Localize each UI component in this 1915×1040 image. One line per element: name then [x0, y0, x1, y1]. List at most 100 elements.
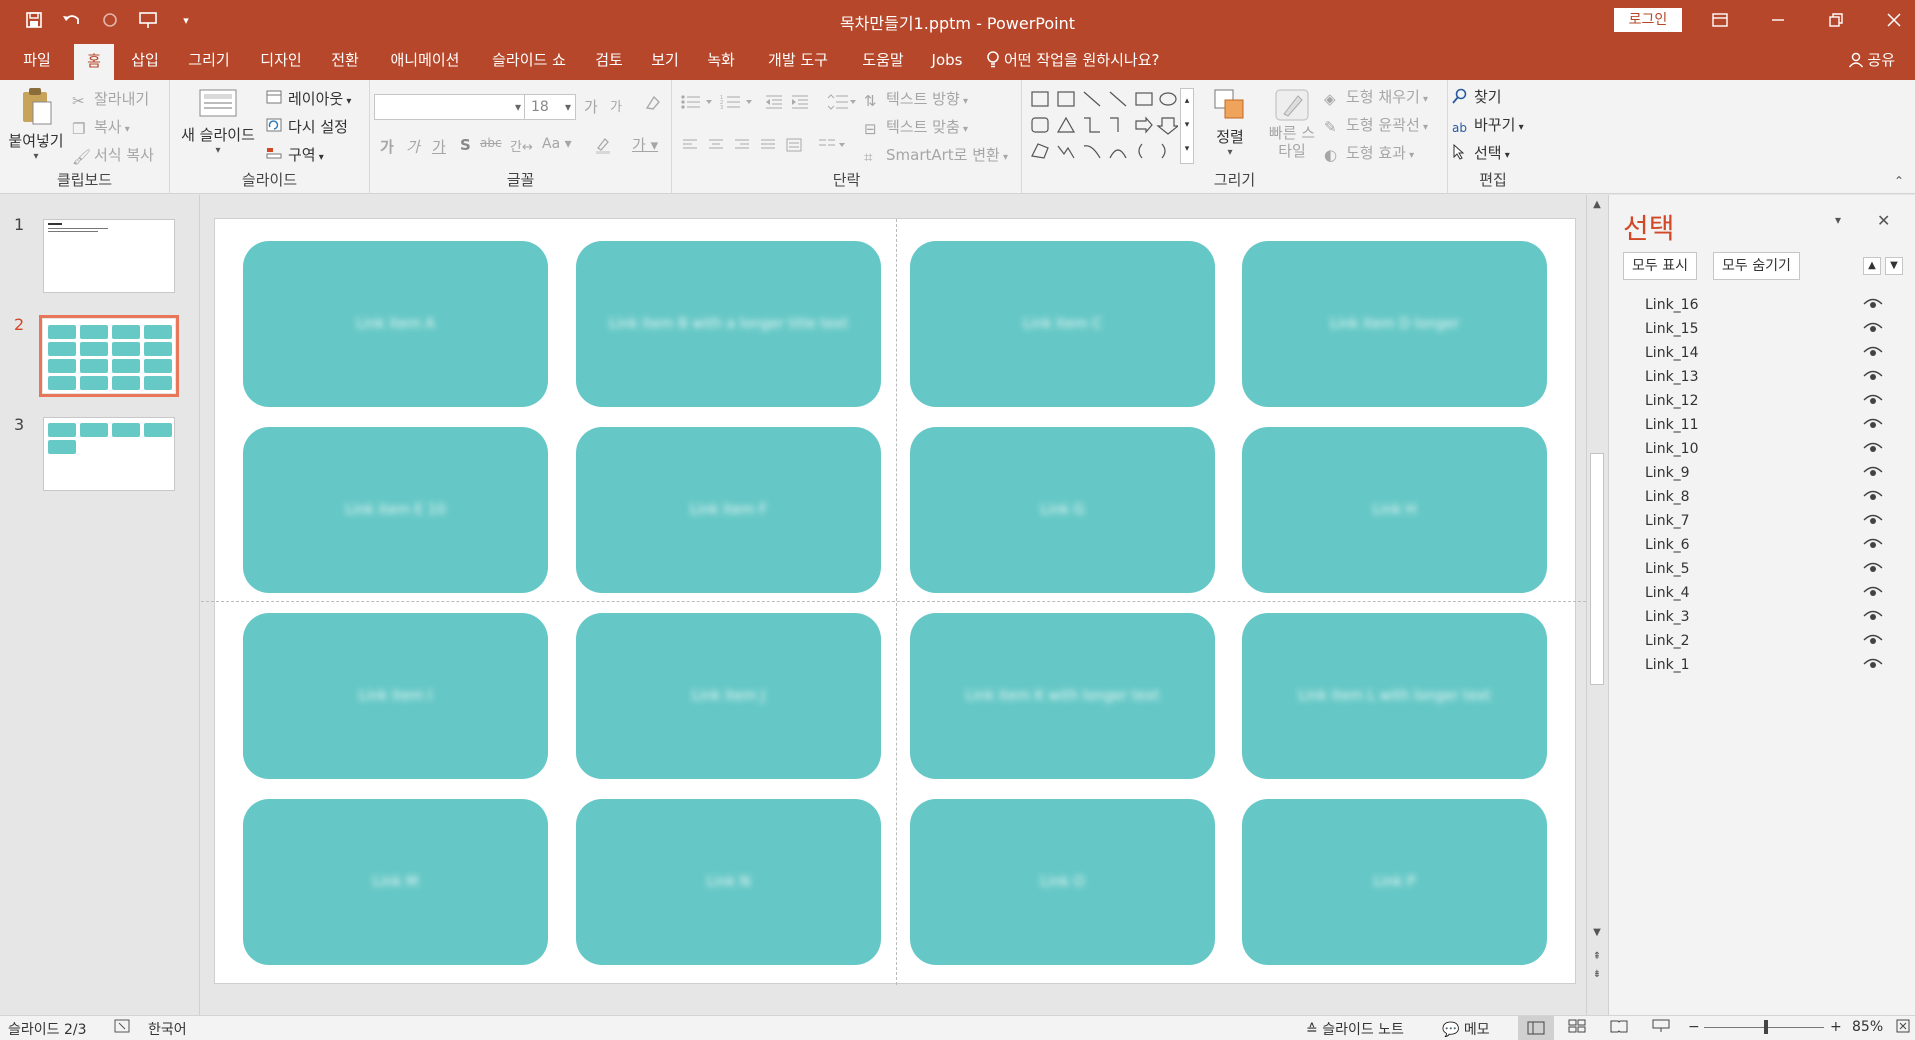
link-card[interactable]: Link item L with longer text	[1242, 613, 1547, 779]
tab-jobs[interactable]: Jobs	[926, 40, 968, 80]
selection-item[interactable]: Link_1	[1645, 653, 1895, 677]
share-button[interactable]: 공유	[1848, 40, 1895, 80]
close-icon[interactable]	[1865, 0, 1915, 40]
tab-slide-show[interactable]: 슬라이드 쇼	[484, 40, 574, 80]
tab-file[interactable]: 파일	[14, 40, 60, 80]
visibility-eye-icon[interactable]	[1863, 561, 1883, 575]
link-card[interactable]: Link G	[910, 427, 1215, 593]
zoom-level[interactable]: 85%	[1852, 1019, 1883, 1035]
visibility-eye-icon[interactable]	[1863, 657, 1883, 671]
link-card[interactable]: Link item C	[910, 241, 1215, 407]
link-card[interactable]: Link item B with a longer title text	[576, 241, 881, 407]
align-text-button[interactable]: ⊟ 텍스트 맞춤 ▾	[864, 116, 968, 138]
link-card[interactable]: Link item E 10	[243, 427, 548, 593]
tab-developer[interactable]: 개발 도구	[756, 40, 840, 80]
selection-item[interactable]: Link_10	[1645, 437, 1895, 461]
selection-item[interactable]: Link_6	[1645, 533, 1895, 557]
visibility-eye-icon[interactable]	[1863, 393, 1883, 407]
send-backward-icon[interactable]: ▼	[1885, 257, 1903, 275]
zoom-in-button[interactable]: +	[1830, 1019, 1842, 1035]
pane-options-icon[interactable]: ▾	[1835, 213, 1841, 227]
strikethrough-icon[interactable]: abc	[480, 136, 502, 150]
shape-fill-button[interactable]: ◈ 도형 채우기 ▾	[1324, 86, 1428, 108]
visibility-eye-icon[interactable]	[1863, 489, 1883, 503]
horizontal-guide[interactable]	[201, 601, 1586, 602]
clear-formatting-icon[interactable]	[644, 94, 662, 112]
visibility-eye-icon[interactable]	[1863, 417, 1883, 431]
section-button[interactable]: 구역 ▾	[266, 144, 324, 165]
tab-transitions[interactable]: 전환	[324, 40, 366, 80]
numbering-icon[interactable]: 123	[720, 94, 756, 110]
font-color-icon[interactable]: 가 ▾	[632, 134, 658, 155]
zoom-slider[interactable]	[1704, 1020, 1824, 1034]
zoom-out-button[interactable]: −	[1688, 1019, 1700, 1035]
paste-button[interactable]: 붙여넣기 ▾	[6, 86, 66, 162]
language-indicator[interactable]: 한국어	[148, 1019, 187, 1039]
distributed-icon[interactable]	[786, 138, 802, 152]
visibility-eye-icon[interactable]	[1863, 369, 1883, 383]
reading-view-icon[interactable]	[1610, 1019, 1628, 1033]
slideshow-view-icon[interactable]	[1652, 1019, 1670, 1033]
selection-item[interactable]: Link_4	[1645, 581, 1895, 605]
change-case-icon[interactable]: Aa ▾	[542, 136, 572, 152]
grow-font-icon[interactable]: 가	[584, 96, 598, 117]
tab-view[interactable]: 보기	[644, 40, 686, 80]
shape-outline-button[interactable]: ✎ 도형 윤곽선 ▾	[1324, 114, 1428, 136]
scroll-down-arrow[interactable]: ▼	[1587, 927, 1607, 938]
show-all-button[interactable]: 모두 표시	[1623, 252, 1697, 280]
selection-item[interactable]: Link_5	[1645, 557, 1895, 581]
quick-styles-button[interactable]: 빠른 스타일	[1264, 88, 1320, 160]
visibility-eye-icon[interactable]	[1863, 585, 1883, 599]
close-pane-icon[interactable]: ✕	[1877, 211, 1890, 230]
layout-button[interactable]: 레이아웃 ▾	[266, 88, 351, 109]
hide-all-button[interactable]: 모두 숨기기	[1713, 252, 1800, 280]
link-card[interactable]: Link H	[1242, 427, 1547, 593]
font-size-combo[interactable]: 18	[524, 94, 576, 120]
visibility-eye-icon[interactable]	[1863, 465, 1883, 479]
text-direction-button[interactable]: ⇅ 텍스트 방향 ▾	[864, 88, 968, 110]
tab-record[interactable]: 녹화	[700, 40, 742, 80]
decrease-indent-icon[interactable]	[764, 94, 784, 110]
line-spacing-icon[interactable]	[826, 94, 856, 110]
visibility-eye-icon[interactable]	[1863, 321, 1883, 335]
link-card[interactable]: Link N	[576, 799, 881, 965]
bullets-icon[interactable]	[680, 94, 716, 110]
cut-button[interactable]: ✂ 잘라내기	[72, 88, 149, 110]
selection-item[interactable]: Link_8	[1645, 485, 1895, 509]
selection-item[interactable]: Link_12	[1645, 389, 1895, 413]
link-card[interactable]: Link P	[1242, 799, 1547, 965]
previous-slide-icon[interactable]: ⇞	[1587, 951, 1607, 962]
accessibility-icon[interactable]	[114, 1019, 130, 1033]
selection-item[interactable]: Link_15	[1645, 317, 1895, 341]
link-card[interactable]: Link item I	[243, 613, 548, 779]
underline-icon[interactable]: 가	[432, 136, 446, 157]
selection-item[interactable]: Link_16	[1645, 293, 1895, 317]
minimize-icon[interactable]	[1749, 0, 1807, 40]
tab-home[interactable]: 홈	[74, 44, 114, 80]
selection-item[interactable]: Link_13	[1645, 365, 1895, 389]
tab-insert[interactable]: 삽입	[124, 40, 166, 80]
visibility-eye-icon[interactable]	[1863, 441, 1883, 455]
align-left-icon[interactable]	[682, 138, 698, 152]
scrollbar-thumb[interactable]	[1590, 453, 1604, 685]
arrange-button[interactable]: 정렬 ▾	[1206, 88, 1254, 158]
reset-button[interactable]: 다시 설정	[266, 116, 348, 137]
tab-review[interactable]: 검토	[588, 40, 630, 80]
align-right-icon[interactable]	[734, 138, 750, 152]
columns-icon[interactable]	[818, 138, 846, 152]
shapes-gallery-scroll[interactable]: ▴ ▾ ▾	[1180, 88, 1194, 164]
normal-view-icon[interactable]	[1518, 1016, 1554, 1040]
notes-button[interactable]: ≙ 슬라이드 노트	[1306, 1019, 1404, 1039]
selection-item[interactable]: Link_7	[1645, 509, 1895, 533]
shadow-icon[interactable]: S	[460, 136, 471, 154]
scroll-up-arrow[interactable]: ▲	[1587, 199, 1607, 210]
vertical-guide[interactable]	[896, 219, 897, 985]
format-painter-button[interactable]: 🖌 서식 복사	[72, 144, 154, 166]
shapes-gallery[interactable]	[1028, 88, 1178, 164]
next-slide-icon[interactable]: ⇟	[1587, 969, 1607, 980]
fit-to-window-icon[interactable]	[1896, 1019, 1910, 1033]
increase-indent-icon[interactable]	[790, 94, 810, 110]
link-card[interactable]: Link item F	[576, 427, 881, 593]
copy-button[interactable]: ❐ 복사 ▾	[72, 116, 130, 138]
visibility-eye-icon[interactable]	[1863, 633, 1883, 647]
